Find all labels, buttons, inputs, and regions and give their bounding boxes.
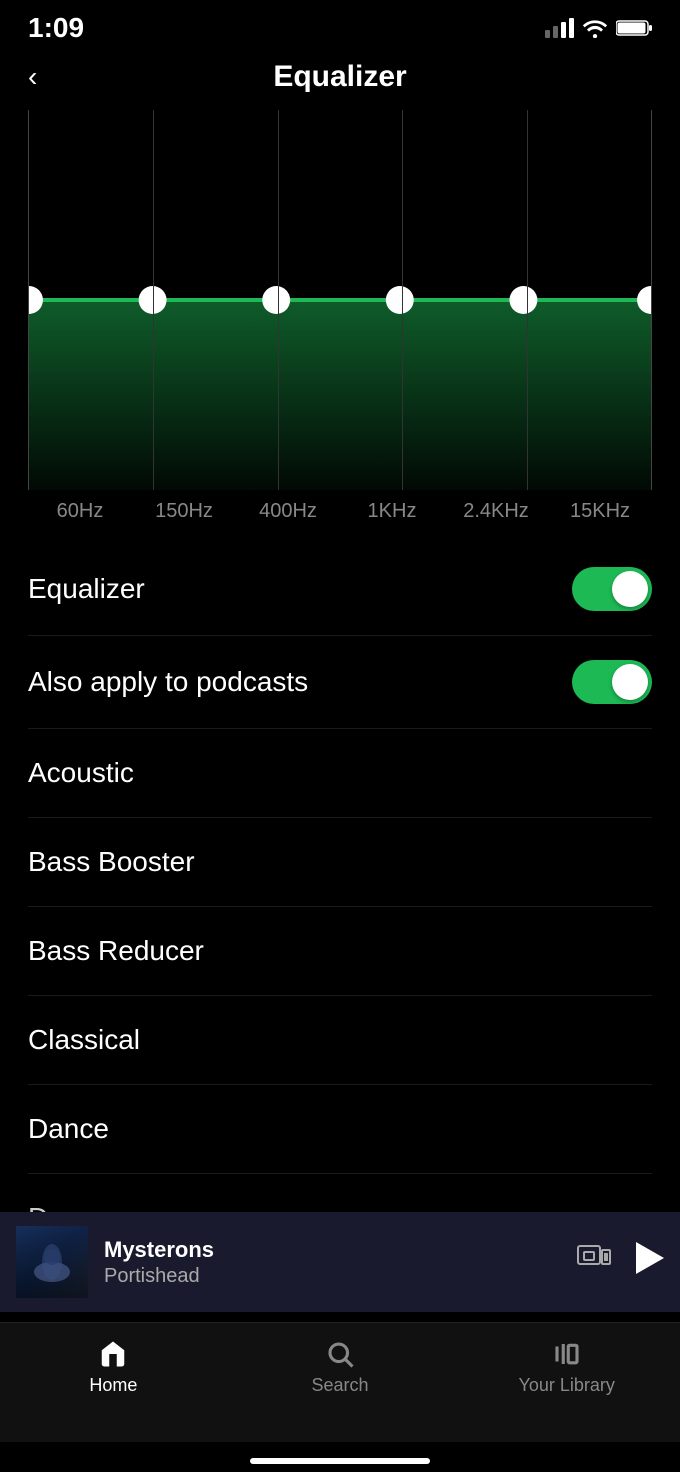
bottom-nav: Home Search Your Library	[0, 1322, 680, 1442]
device-connect-icon[interactable]	[576, 1244, 612, 1281]
status-time: 1:09	[28, 12, 84, 44]
nav-library-label: Your Library	[518, 1375, 614, 1396]
preset-acoustic[interactable]: Acoustic	[28, 729, 652, 818]
page-title: Equalizer	[273, 60, 406, 94]
album-art	[16, 1226, 88, 1298]
nav-library[interactable]: Your Library	[453, 1339, 680, 1396]
preset-classical[interactable]: Classical	[28, 996, 652, 1085]
now-playing-info: Mysterons Portishead	[104, 1237, 560, 1288]
eq-chart-svg[interactable]	[29, 110, 651, 490]
now-playing-title: Mysterons	[104, 1237, 560, 1263]
eq-chart[interactable]	[28, 110, 652, 490]
preset-bass-booster[interactable]: Bass Booster	[28, 818, 652, 907]
home-icon	[98, 1339, 128, 1369]
wifi-icon	[582, 18, 608, 38]
equalizer-setting-row: Equalizer	[28, 543, 652, 636]
settings-section: Equalizer Also apply to podcasts	[0, 543, 680, 729]
frequency-labels: 60Hz 150Hz 400Hz 1KHz 2.4KHz 15KHz	[0, 490, 680, 523]
equalizer-label: Equalizer	[28, 573, 145, 605]
freq-label-400hz: 400Hz	[236, 500, 340, 523]
back-button[interactable]: ‹	[28, 61, 37, 93]
freq-label-1khz: 1KHz	[340, 500, 444, 523]
now-playing-bar[interactable]: Mysterons Portishead	[0, 1212, 680, 1312]
podcasts-toggle-knob	[612, 664, 648, 700]
signal-icon	[545, 18, 574, 38]
freq-label-150hz: 150Hz	[132, 500, 236, 523]
freq-label-15khz: 15KHz	[548, 500, 652, 523]
nav-home[interactable]: Home	[0, 1339, 227, 1396]
status-bar: 1:09	[0, 0, 680, 50]
library-icon	[552, 1339, 582, 1369]
freq-label-24khz: 2.4KHz	[444, 500, 548, 523]
status-icons	[545, 18, 652, 38]
battery-icon	[616, 18, 652, 38]
preset-bass-reducer[interactable]: Bass Reducer	[28, 907, 652, 996]
now-playing-controls	[576, 1242, 664, 1282]
nav-search[interactable]: Search	[227, 1339, 454, 1396]
preset-dance[interactable]: Dance	[28, 1085, 652, 1174]
play-button[interactable]	[636, 1242, 664, 1282]
header: ‹ Equalizer	[0, 50, 680, 110]
podcasts-toggle[interactable]	[572, 660, 652, 704]
nav-search-label: Search	[311, 1375, 368, 1396]
search-icon	[325, 1339, 355, 1369]
podcasts-setting-row: Also apply to podcasts	[28, 636, 652, 729]
freq-label-60hz: 60Hz	[28, 500, 132, 523]
podcasts-label: Also apply to podcasts	[28, 666, 308, 698]
now-playing-artist: Portishead	[104, 1265, 560, 1288]
preset-list: Acoustic Bass Booster Bass Reducer Class…	[0, 729, 680, 1263]
home-indicator	[250, 1458, 430, 1464]
nav-home-label: Home	[89, 1375, 137, 1396]
equalizer-toggle[interactable]	[572, 567, 652, 611]
equalizer-toggle-knob	[612, 571, 648, 607]
